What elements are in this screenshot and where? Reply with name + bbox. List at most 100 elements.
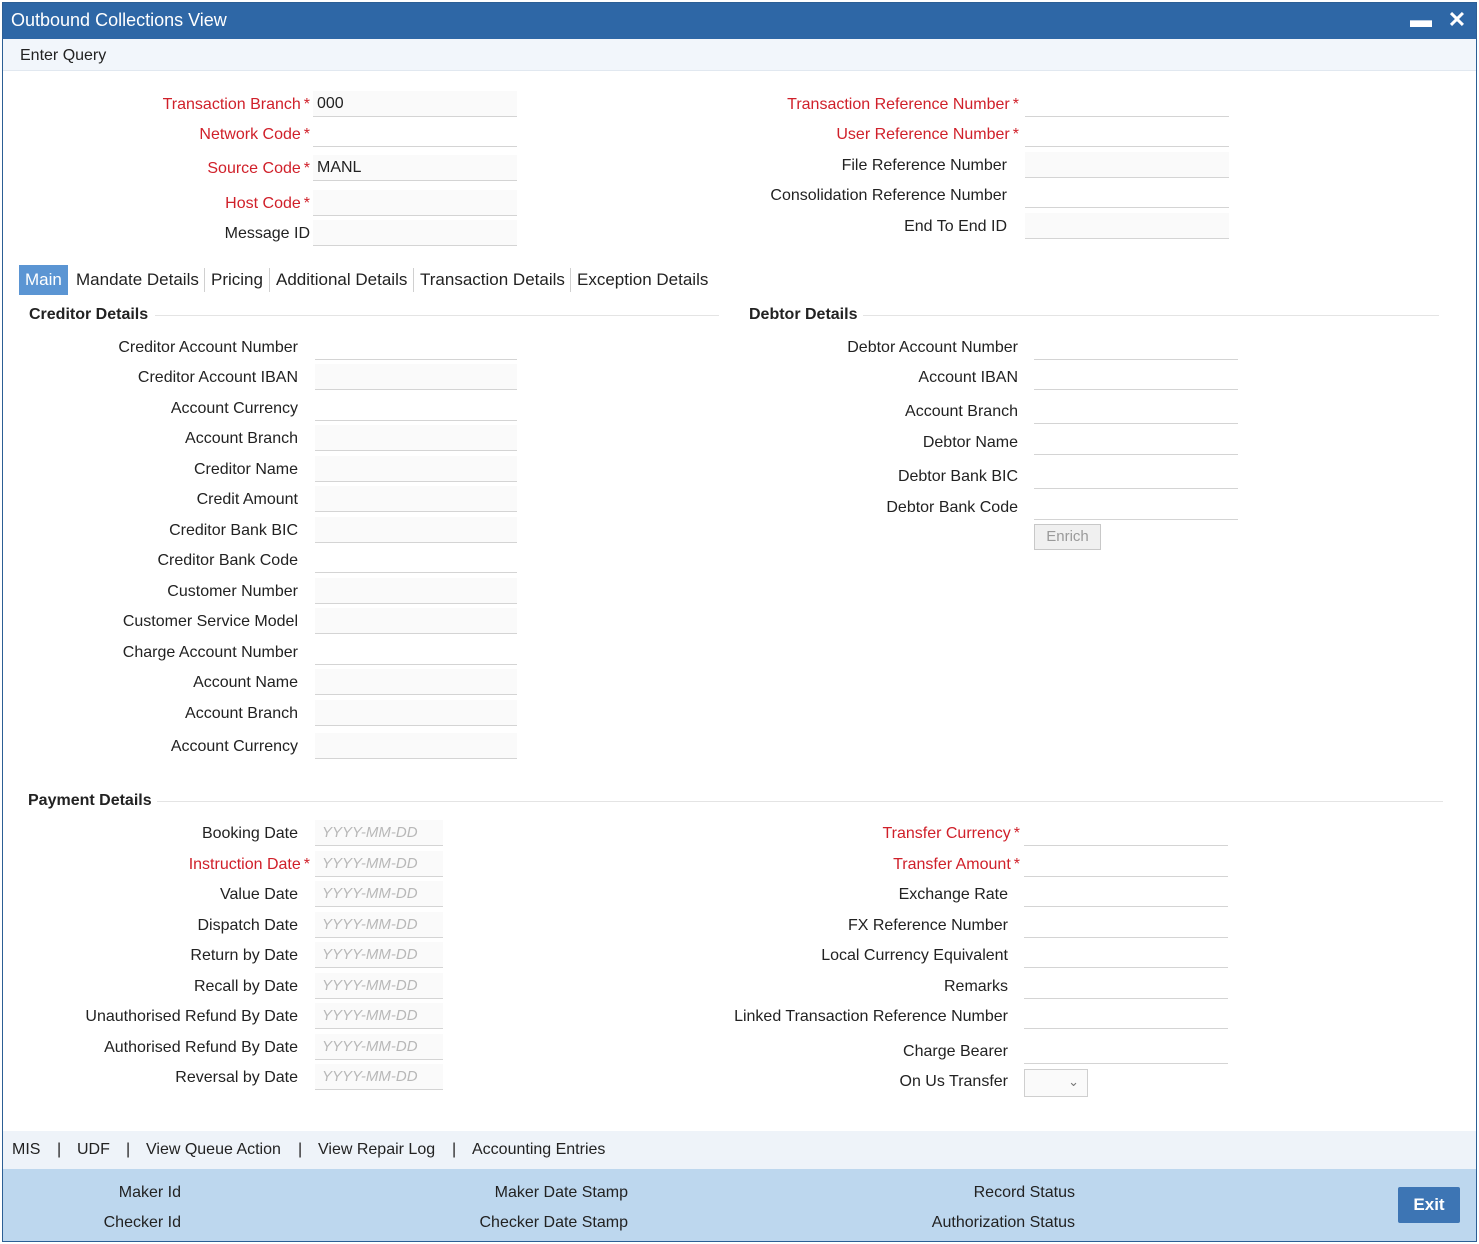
mis-link[interactable]: MIS bbox=[12, 1141, 40, 1159]
creditor-account-iban-field[interactable] bbox=[315, 364, 517, 390]
transfer-currency-field[interactable] bbox=[1024, 820, 1228, 846]
customer-number-field[interactable] bbox=[315, 578, 517, 604]
unauthorised-refund-by-date-field[interactable]: YYYY-MM-DD bbox=[315, 1003, 443, 1029]
charge-account-branch-field[interactable] bbox=[315, 700, 517, 726]
account-branch-label: Account Branch bbox=[185, 430, 298, 447]
account-branch-field[interactable] bbox=[315, 425, 517, 451]
consolidation-reference-number-field[interactable] bbox=[1025, 182, 1229, 208]
debtor-account-iban-field[interactable] bbox=[1034, 364, 1238, 390]
enrich-button[interactable]: Enrich bbox=[1034, 524, 1101, 550]
network-code-label: Network Code * bbox=[199, 126, 310, 143]
remarks-field[interactable] bbox=[1024, 973, 1228, 999]
tab-transaction-details[interactable]: Transaction Details bbox=[414, 265, 571, 295]
return-by-date-field[interactable]: YYYY-MM-DD bbox=[315, 942, 443, 968]
source-code-field[interactable]: MANL bbox=[313, 155, 517, 181]
credit-amount-field[interactable] bbox=[315, 486, 517, 512]
debtor-name-label: Debtor Name bbox=[922, 434, 1018, 451]
charge-account-number-field[interactable] bbox=[315, 639, 517, 665]
fx-reference-number-label: FX Reference Number bbox=[847, 917, 1008, 934]
booking-date-label: Booking Date bbox=[201, 825, 298, 842]
host-code-field[interactable] bbox=[313, 190, 517, 216]
checker-id-label: Checker Id bbox=[103, 1214, 181, 1231]
file-reference-number-field[interactable] bbox=[1025, 152, 1229, 178]
view-queue-action-link[interactable]: View Queue Action bbox=[146, 1141, 281, 1159]
debtor-account-branch-field[interactable] bbox=[1034, 398, 1238, 424]
creditor-bank-bic-label: Creditor Bank BIC bbox=[169, 522, 298, 539]
debtor-bank-bic-field[interactable] bbox=[1034, 463, 1238, 489]
local-currency-equivalent-field[interactable] bbox=[1024, 942, 1228, 968]
customer-number-label: Customer Number bbox=[167, 583, 298, 600]
link-separator: | bbox=[298, 1141, 303, 1158]
tab-mandate-details[interactable]: Mandate Details bbox=[70, 265, 205, 295]
authorised-refund-by-date-field[interactable]: YYYY-MM-DD bbox=[315, 1034, 443, 1060]
maker-date-stamp-label: Maker Date Stamp bbox=[494, 1184, 628, 1201]
recall-by-date-field[interactable]: YYYY-MM-DD bbox=[315, 973, 443, 999]
payment-section-rule bbox=[157, 801, 1443, 802]
transaction-branch-field[interactable]: 000 bbox=[313, 91, 517, 117]
creditor-section-rule bbox=[155, 315, 719, 316]
dispatch-date-label: Dispatch Date bbox=[197, 917, 299, 934]
debtor-name-field[interactable] bbox=[1034, 429, 1238, 455]
linked-transaction-reference-number-field[interactable] bbox=[1024, 1003, 1228, 1029]
host-code-label: Host Code * bbox=[225, 195, 310, 212]
charge-bearer-field[interactable] bbox=[1024, 1038, 1228, 1064]
user-reference-number-field[interactable] bbox=[1025, 121, 1229, 147]
title-bar: Outbound Collections View ▬ ✕ bbox=[3, 3, 1476, 39]
value-date-field[interactable]: YYYY-MM-DD bbox=[315, 881, 443, 907]
close-icon[interactable]: ✕ bbox=[1444, 7, 1470, 33]
tab-pricing[interactable]: Pricing bbox=[205, 265, 269, 295]
charge-account-currency-field[interactable] bbox=[315, 733, 517, 759]
message-id-field[interactable] bbox=[313, 220, 517, 246]
transaction-reference-number-label: Transaction Reference Number * bbox=[787, 96, 1019, 113]
debtor-bank-code-field[interactable] bbox=[1034, 494, 1238, 520]
recall-by-date-label: Recall by Date bbox=[193, 978, 298, 995]
tab-main[interactable]: Main bbox=[19, 265, 68, 295]
enter-query-menu-item[interactable]: Enter Query bbox=[20, 47, 106, 65]
checker-date-stamp-label: Checker Date Stamp bbox=[479, 1214, 628, 1231]
network-code-field[interactable] bbox=[313, 121, 517, 147]
window-title: Outbound Collections View bbox=[11, 10, 227, 30]
tab-additional-details[interactable]: Additional Details bbox=[270, 265, 413, 295]
exit-button[interactable]: Exit bbox=[1398, 1187, 1460, 1223]
tab-exception-details[interactable]: Exception Details bbox=[571, 265, 714, 295]
return-by-date-label: Return by Date bbox=[190, 947, 298, 964]
account-currency-field[interactable] bbox=[315, 395, 517, 421]
debtor-account-number-label: Debtor Account Number bbox=[847, 339, 1018, 356]
creditor-account-number-label: Creditor Account Number bbox=[118, 339, 298, 356]
transaction-branch-label: Transaction Branch * bbox=[162, 96, 310, 113]
udf-link[interactable]: UDF bbox=[77, 1141, 110, 1159]
transaction-reference-number-field[interactable] bbox=[1025, 91, 1229, 117]
fx-reference-number-field[interactable] bbox=[1024, 912, 1228, 938]
debtor-account-number-field[interactable] bbox=[1034, 334, 1238, 360]
instruction-date-field[interactable]: YYYY-MM-DD bbox=[315, 851, 443, 877]
authorization-status-label: Authorization Status bbox=[931, 1214, 1075, 1231]
menu-bar: Enter Query bbox=[3, 39, 1476, 71]
minimize-icon[interactable]: ▬ bbox=[1408, 7, 1434, 33]
creditor-bank-bic-field[interactable] bbox=[315, 517, 517, 543]
on-us-transfer-select[interactable]: ⌄ bbox=[1024, 1069, 1088, 1097]
dispatch-date-field[interactable]: YYYY-MM-DD bbox=[315, 912, 443, 938]
creditor-bank-code-field[interactable] bbox=[315, 547, 517, 573]
view-repair-log-link[interactable]: View Repair Log bbox=[318, 1141, 435, 1159]
account-name-label: Account Name bbox=[193, 674, 298, 691]
on-us-transfer-label: On Us Transfer bbox=[899, 1073, 1008, 1090]
record-status-label: Record Status bbox=[973, 1184, 1075, 1201]
creditor-account-iban-label: Creditor Account IBAN bbox=[137, 369, 298, 386]
end-to-end-id-field[interactable] bbox=[1025, 213, 1229, 239]
debtor-bank-code-label: Debtor Bank Code bbox=[886, 499, 1018, 516]
user-reference-number-label: User Reference Number * bbox=[836, 126, 1019, 143]
booking-date-field[interactable]: YYYY-MM-DD bbox=[315, 820, 443, 846]
reversal-by-date-field[interactable]: YYYY-MM-DD bbox=[315, 1064, 443, 1090]
exchange-rate-field[interactable] bbox=[1024, 881, 1228, 907]
transfer-amount-field[interactable] bbox=[1024, 851, 1228, 877]
file-reference-number-label: File Reference Number bbox=[841, 157, 1007, 174]
link-bar: MIS | UDF | View Queue Action | View Rep… bbox=[3, 1131, 1476, 1169]
creditor-account-number-field[interactable] bbox=[315, 334, 517, 360]
accounting-entries-link[interactable]: Accounting Entries bbox=[472, 1141, 605, 1159]
customer-service-model-field[interactable] bbox=[315, 608, 517, 634]
creditor-bank-code-label: Creditor Bank Code bbox=[157, 552, 298, 569]
creditor-name-field[interactable] bbox=[315, 456, 517, 482]
source-code-label: Source Code * bbox=[207, 160, 310, 177]
link-separator: | bbox=[57, 1141, 62, 1158]
account-name-field[interactable] bbox=[315, 669, 517, 695]
